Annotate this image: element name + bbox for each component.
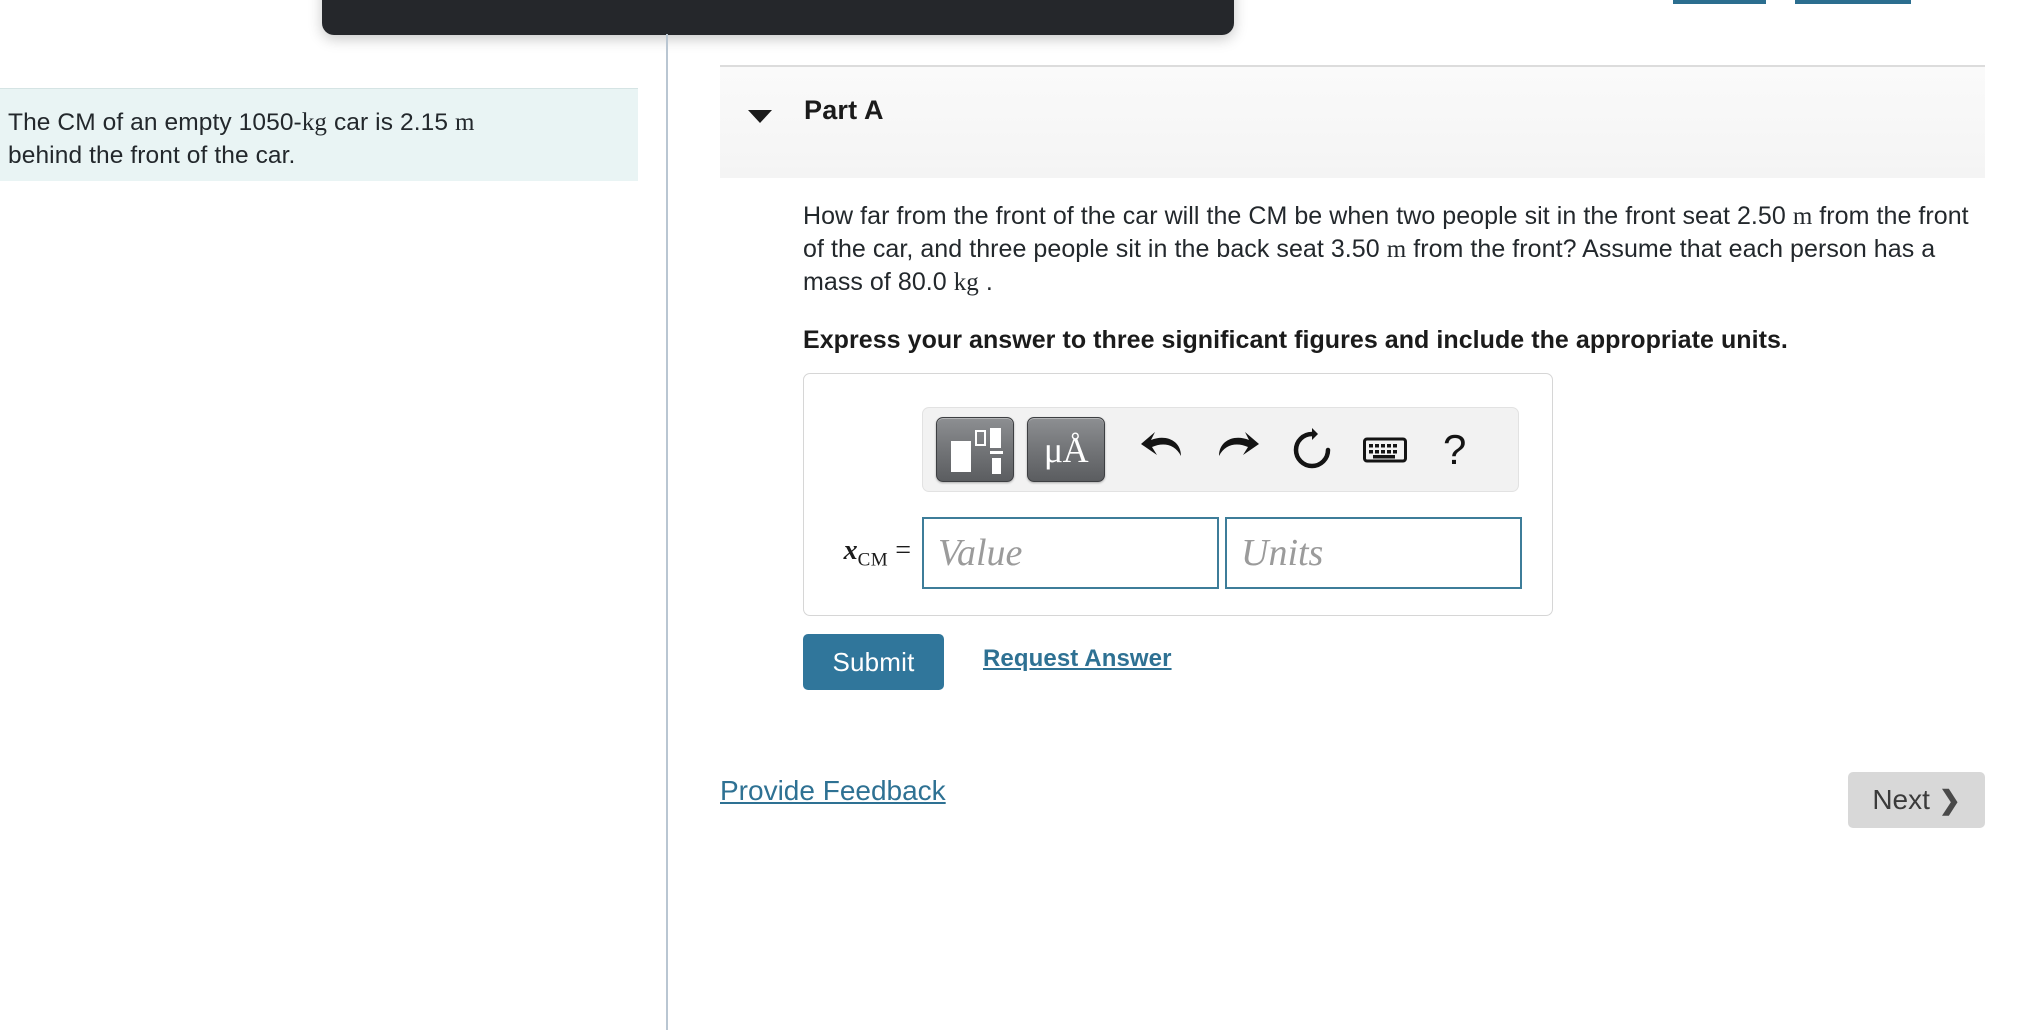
- chevron-right-icon: ❯: [1938, 785, 1961, 815]
- question-body: How far from the front of the car will t…: [803, 200, 1993, 355]
- next-label: Next: [1872, 784, 1930, 815]
- request-answer-link[interactable]: Request Answer: [983, 645, 1172, 673]
- question-unit-m-1: m: [1792, 203, 1813, 230]
- redo-icon[interactable]: [1215, 430, 1261, 470]
- provide-feedback-link[interactable]: Provide Feedback: [720, 775, 946, 807]
- units-button[interactable]: μÅ: [1027, 417, 1105, 482]
- question-text: How far from the front of the car will t…: [803, 200, 1993, 299]
- variable-label: xCM =: [804, 535, 922, 572]
- answer-instruction: Express your answer to three significant…: [803, 326, 1788, 354]
- part-title: Part A: [804, 95, 884, 125]
- next-button[interactable]: Next ❯: [1848, 772, 1985, 828]
- equals-sign: =: [895, 534, 911, 566]
- variable-x: x: [843, 534, 858, 566]
- value-input[interactable]: [922, 517, 1219, 589]
- top-right-link-2[interactable]: [1795, 0, 1911, 4]
- question-line-d: .: [978, 268, 993, 296]
- submit-button[interactable]: Submit: [803, 634, 944, 690]
- top-overlay-panel: [322, 0, 1234, 35]
- micro-angstrom-icon: μÅ: [1043, 429, 1089, 470]
- answer-input-row: xCM =: [804, 517, 1554, 589]
- hint-text-part2: car is 2.15: [327, 109, 455, 136]
- reset-icon[interactable]: [1291, 427, 1333, 472]
- math-toolbar: μÅ ?: [922, 407, 1519, 492]
- template-button[interactable]: [936, 417, 1014, 482]
- caret-down-icon[interactable]: [748, 110, 772, 123]
- keyboard-icon[interactable]: [1363, 435, 1407, 465]
- variable-subscript: CM: [857, 549, 889, 571]
- undo-icon[interactable]: [1139, 430, 1185, 470]
- hint-unit-m: m: [454, 109, 475, 136]
- question-unit-m-2: m: [1386, 236, 1407, 263]
- question-line-a: How far from the front of the car will t…: [803, 202, 1793, 230]
- hint-text-part1: The CM of an empty 1050-: [8, 109, 302, 136]
- hint-text-part3: behind the front of the car.: [8, 142, 296, 169]
- part-a-header[interactable]: Part A: [720, 65, 1985, 178]
- hint-panel: The CM of an empty 1050-kg car is 2.15 m…: [0, 88, 638, 181]
- top-right-link-1[interactable]: [1673, 0, 1766, 4]
- answer-entry-box: μÅ ? xCM = Value Units: [803, 373, 1553, 616]
- column-divider: [666, 34, 668, 1030]
- units-input[interactable]: [1225, 517, 1522, 589]
- hint-unit-kg: kg: [301, 109, 328, 136]
- question-unit-kg: kg: [953, 269, 979, 296]
- help-icon[interactable]: ?: [1443, 428, 1466, 471]
- hint-text: The CM of an empty 1050-kg car is 2.15 m…: [8, 106, 568, 172]
- template-icon: [951, 427, 1003, 474]
- page-root: The CM of an empty 1050-kg car is 2.15 m…: [0, 0, 2032, 1030]
